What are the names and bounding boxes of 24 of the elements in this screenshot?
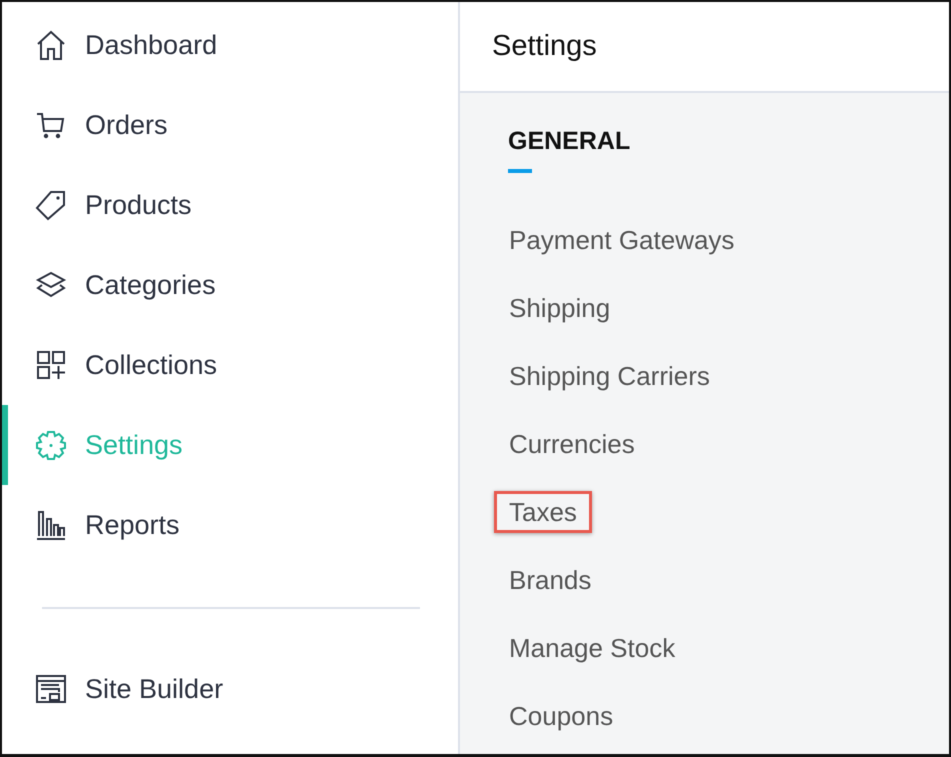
settings-link[interactable]: Payment Gateways [494, 219, 750, 261]
sidebar-item[interactable]: Collections [2, 325, 458, 405]
section-underline [508, 169, 532, 173]
grid-add-icon [35, 349, 67, 381]
home-icon [35, 29, 67, 61]
settings-link[interactable]: Coupons [494, 695, 628, 737]
page-title: Settings [492, 30, 597, 63]
settings-link[interactable]: Shipping Carriers [494, 355, 725, 397]
sidebar-item[interactable]: Products [2, 165, 458, 245]
settings-link[interactable]: Shipping [494, 287, 626, 329]
settings-icon [35, 429, 67, 461]
settings-link[interactable]: Brands [494, 559, 606, 601]
tag-icon [35, 189, 67, 221]
settings-link[interactable]: Currencies [494, 423, 650, 465]
sidebar-item[interactable]: Dashboard [2, 5, 458, 85]
section-title: GENERAL [508, 127, 630, 156]
bar-chart-icon [35, 509, 67, 541]
sidebar-item[interactable]: Reports [2, 485, 458, 565]
sidebar-item[interactable]: Site Builder [2, 649, 458, 729]
settings-link[interactable]: Manage Stock [494, 627, 690, 669]
sidebar-item[interactable]: Orders [2, 85, 458, 165]
settings-link[interactable]: Taxes [494, 491, 592, 533]
sidebar-item[interactable]: Categories [2, 245, 458, 325]
layout-icon [35, 673, 67, 705]
